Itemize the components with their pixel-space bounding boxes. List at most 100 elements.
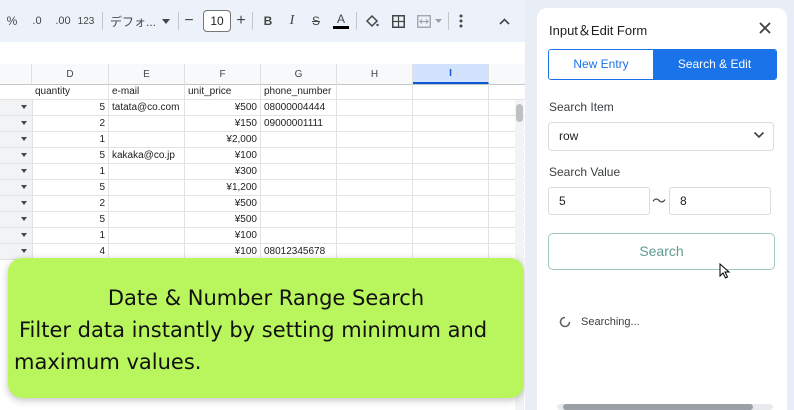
cell-quantity[interactable]: 5 (32, 100, 109, 115)
cell-quantity[interactable]: 4 (32, 244, 109, 259)
cell-phone[interactable] (261, 212, 337, 227)
table-cell[interactable] (337, 228, 413, 243)
merge-cells-button[interactable] (414, 0, 444, 42)
cell-email[interactable]: kakaka@co.jp (109, 148, 185, 163)
cell-email[interactable] (109, 180, 185, 195)
cell-unit-price[interactable]: ¥500 (185, 196, 261, 211)
cell-phone[interactable] (261, 164, 337, 179)
cell-phone[interactable] (261, 196, 337, 211)
cell-unit-price[interactable]: ¥150 (185, 116, 261, 131)
filter-dropdown[interactable] (0, 244, 33, 259)
search-item-select[interactable]: row (548, 122, 774, 151)
font-family-select[interactable]: デフォ... (110, 0, 172, 42)
table-cell[interactable] (413, 212, 489, 227)
max-value-input[interactable]: 8 (669, 187, 771, 215)
column-header-i[interactable]: I (413, 64, 489, 84)
cell-quantity[interactable]: 2 (32, 116, 109, 131)
table-cell[interactable] (337, 84, 413, 99)
font-size-increase-button[interactable]: + (234, 0, 248, 42)
table-cell[interactable] (337, 212, 413, 227)
filter-dropdown[interactable] (0, 132, 33, 147)
filter-dropdown[interactable] (0, 196, 33, 211)
table-cell[interactable] (337, 244, 413, 259)
column-header-stub[interactable] (0, 64, 32, 84)
text-color-button[interactable]: A (332, 0, 350, 42)
table-cell[interactable] (337, 196, 413, 211)
table-cell[interactable] (413, 244, 489, 259)
decrease-decimal-button[interactable]: .0 (26, 0, 48, 42)
table-cell[interactable] (337, 164, 413, 179)
filter-dropdown[interactable] (0, 212, 33, 227)
cell-email[interactable]: tatata@co.com (109, 100, 185, 115)
header-cell-email[interactable]: e-mail (109, 84, 185, 99)
column-header-g[interactable]: G (261, 64, 337, 84)
cell-phone[interactable] (261, 180, 337, 195)
horizontal-scrollbar[interactable] (557, 404, 773, 410)
cell-email[interactable] (109, 212, 185, 227)
table-cell[interactable] (413, 148, 489, 163)
table-cell[interactable] (413, 196, 489, 211)
scrollbar-thumb[interactable] (563, 404, 753, 410)
cell-phone[interactable]: 09000001111 (261, 116, 337, 131)
cell-quantity[interactable]: 2 (32, 196, 109, 211)
table-cell[interactable] (413, 180, 489, 195)
filter-dropdown[interactable] (0, 100, 33, 115)
close-button[interactable] (757, 20, 773, 36)
cell-quantity[interactable]: 1 (32, 132, 109, 147)
cell-phone[interactable] (261, 148, 337, 163)
filter-dropdown[interactable] (0, 228, 33, 243)
table-cell[interactable] (337, 148, 413, 163)
cell-email[interactable] (109, 116, 185, 131)
header-cell-phone[interactable]: phone_number (261, 84, 337, 99)
cell-email[interactable] (109, 196, 185, 211)
table-cell[interactable] (337, 116, 413, 131)
bold-button[interactable]: B (260, 0, 276, 42)
font-size-decrease-button[interactable]: − (182, 0, 196, 42)
cell-phone[interactable]: 08000004444 (261, 100, 337, 115)
cell-quantity[interactable]: 5 (32, 212, 109, 227)
collapse-toolbar-button[interactable] (496, 0, 512, 42)
table-cell[interactable] (413, 228, 489, 243)
cell-email[interactable] (109, 228, 185, 243)
cell-unit-price[interactable]: ¥100 (185, 228, 261, 243)
table-cell[interactable] (413, 84, 489, 99)
table-cell[interactable] (413, 116, 489, 131)
search-button[interactable]: Search (548, 233, 775, 270)
cell-unit-price[interactable]: ¥100 (185, 244, 261, 259)
tab-search-edit[interactable]: Search & Edit (653, 50, 776, 79)
filter-dropdown[interactable] (0, 180, 33, 195)
cell-email[interactable] (109, 244, 185, 259)
column-header-d[interactable]: D (32, 64, 109, 84)
table-cell[interactable] (413, 132, 489, 147)
filter-dropdown[interactable] (0, 148, 33, 163)
scrollbar-thumb[interactable] (516, 104, 523, 122)
cell-email[interactable] (109, 132, 185, 147)
cell-phone[interactable] (261, 132, 337, 147)
number-format-button[interactable]: 123 (76, 0, 96, 42)
cell-unit-price[interactable]: ¥300 (185, 164, 261, 179)
table-cell[interactable] (337, 180, 413, 195)
cell-unit-price[interactable]: ¥100 (185, 148, 261, 163)
font-size-input[interactable]: 10 (203, 10, 231, 32)
fill-color-button[interactable] (363, 0, 381, 42)
cell-phone[interactable] (261, 228, 337, 243)
filter-dropdown[interactable] (0, 116, 33, 131)
cell-quantity[interactable]: 5 (32, 180, 109, 195)
table-cell[interactable] (413, 100, 489, 115)
cell-phone[interactable]: 08012345678 (261, 244, 337, 259)
column-header-e[interactable]: E (109, 64, 185, 84)
table-cell[interactable] (337, 100, 413, 115)
italic-button[interactable]: I (284, 0, 300, 42)
tab-new-entry[interactable]: New Entry (549, 50, 653, 79)
column-header-h[interactable]: H (337, 64, 413, 84)
cell-unit-price[interactable]: ¥500 (185, 212, 261, 227)
filter-dropdown[interactable] (0, 164, 33, 179)
percent-format-button[interactable]: % (4, 0, 20, 42)
cell-unit-price[interactable]: ¥1,200 (185, 180, 261, 195)
increase-decimal-button[interactable]: .00 (52, 0, 74, 42)
cell-quantity[interactable]: 1 (32, 228, 109, 243)
cell-unit-price[interactable]: ¥2,000 (185, 132, 261, 147)
borders-button[interactable] (389, 0, 407, 42)
table-cell[interactable] (337, 132, 413, 147)
cell-email[interactable] (109, 164, 185, 179)
